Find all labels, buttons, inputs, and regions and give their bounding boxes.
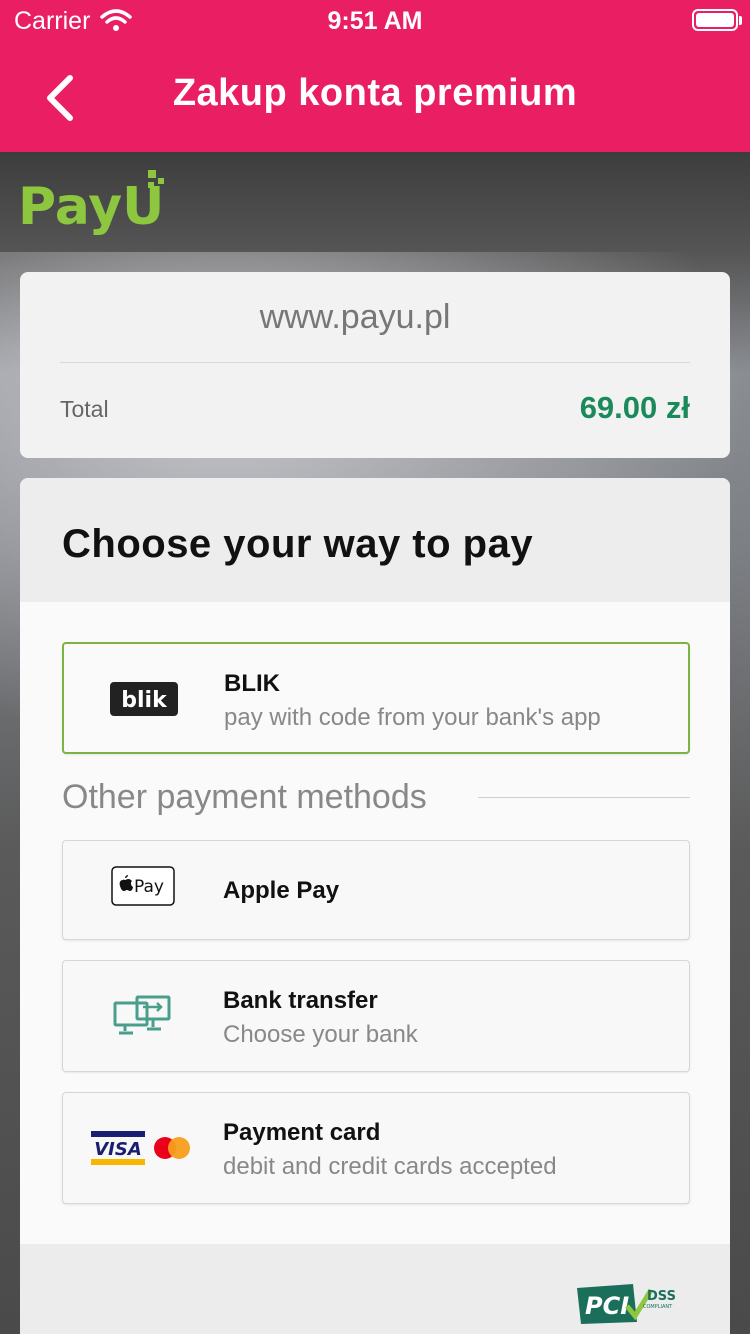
payment-heading: Choose your way to pay	[62, 522, 534, 566]
total-label: Total	[60, 396, 109, 422]
payment-method-card[interactable]: VISA Payment card debit and credit cards…	[62, 1092, 690, 1204]
svg-text:blik: blik	[121, 688, 168, 713]
method-subtitle: pay with code from your bank's app	[224, 704, 601, 731]
pci-dss-badge: PCI DSS COMPLIANT	[577, 1284, 676, 1324]
visa-mastercard-logos: VISA	[91, 1131, 190, 1165]
blik-logo: blik	[110, 682, 178, 716]
merchant-url: www.payu.pl	[259, 298, 451, 336]
payment-header: Choose your way to pay	[20, 478, 730, 602]
svg-text:Pay: Pay	[134, 877, 164, 897]
payu-logo: PayU	[18, 170, 164, 237]
payment-method-blik[interactable]: blik BLIK pay with code from your bank's…	[62, 642, 690, 754]
navigation-bar: Carrier 9:51 AM Zakup konta premium	[0, 0, 750, 152]
other-methods-divider	[478, 797, 690, 798]
method-title: Apple Pay	[223, 877, 340, 904]
svg-text:DSS: DSS	[647, 1289, 676, 1304]
svg-text:VISA: VISA	[94, 1139, 142, 1160]
method-subtitle: debit and credit cards accepted	[223, 1153, 557, 1180]
status-bar: Carrier 9:51 AM	[0, 0, 750, 40]
payment-method-apple-pay[interactable]: Pay Apple Pay	[62, 840, 690, 940]
other-methods-label: Other payment methods	[62, 778, 427, 816]
method-title: Bank transfer	[223, 987, 378, 1014]
svg-text:PayU: PayU	[18, 177, 164, 237]
bank-transfer-icon	[113, 995, 171, 1035]
battery-icon	[692, 9, 738, 31]
payment-method-bank-transfer[interactable]: Bank transfer Choose your bank	[62, 960, 690, 1072]
svg-text:COMPLIANT: COMPLIANT	[643, 1304, 673, 1310]
method-title: BLIK	[224, 670, 280, 697]
method-subtitle: Choose your bank	[223, 1021, 418, 1048]
page-title: Zakup konta premium	[172, 72, 578, 114]
svg-text:PCI: PCI	[585, 1292, 629, 1320]
method-title: Payment card	[223, 1119, 381, 1146]
summary-divider	[60, 362, 690, 363]
clock: 9:51 AM	[327, 7, 423, 35]
total-amount: 69.00 zł	[579, 390, 690, 425]
apple-pay-logo: Pay	[111, 866, 175, 906]
battery-tip	[739, 16, 742, 25]
